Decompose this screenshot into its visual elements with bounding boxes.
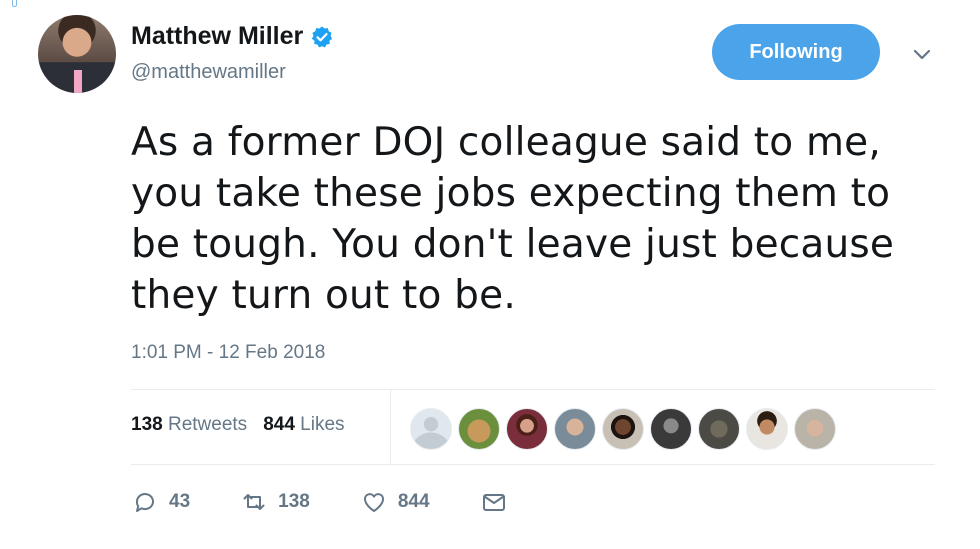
retweet-count: 138 [278,491,310,512]
retweets-label: Retweets [167,414,248,435]
stats-bottom-divider [131,464,935,465]
verified-badge-icon [312,26,333,47]
engagement-stats: 138 Retweets 844 Likes [131,414,345,436]
liker-avatar[interactable] [650,408,692,450]
following-button[interactable]: Following [712,24,880,80]
retweets-stat[interactable]: 138 Retweets [131,414,247,436]
tweet-actions: 43 138 844 [131,488,508,516]
tweet-text-line: be tough. You don't leave just because [131,222,895,267]
direct-message-button[interactable] [480,488,508,516]
author-name[interactable]: Matthew Miller [131,22,303,51]
reply-button[interactable]: 43 [131,488,190,516]
liker-avatar[interactable] [794,408,836,450]
retweet-icon [243,494,265,510]
tweet-text-line: they turn out to be. [131,273,516,318]
tweet-text-line: you take these jobs expecting them to [131,171,891,216]
envelope-icon [482,494,505,511]
likers-avatars [410,408,836,450]
chevron-down-icon[interactable] [908,40,936,68]
liker-avatar[interactable] [602,408,644,450]
stats-top-divider [131,389,935,390]
reply-count: 43 [169,491,191,512]
reply-icon [135,493,154,512]
liker-avatar[interactable] [506,408,548,450]
avatar-tie [74,70,82,93]
retweets-count: 138 [131,414,163,435]
stats-vertical-divider [390,390,391,464]
top-edge-mark [12,0,17,7]
author-handle[interactable]: @matthewamiller [131,61,286,84]
likes-stat[interactable]: 844 Likes [263,414,344,436]
liker-avatar[interactable] [698,408,740,450]
author-avatar[interactable] [38,15,116,93]
like-button[interactable]: 844 [360,488,430,516]
liker-avatar[interactable] [554,408,596,450]
retweet-button[interactable]: 138 [240,488,310,516]
tweet-text-line: As a former DOJ colleague said to me, [131,120,881,165]
liker-avatar[interactable] [746,408,788,450]
author-name-row: Matthew Miller [131,22,334,51]
liker-avatar[interactable] [458,408,500,450]
tweet-timestamp[interactable]: 1:01 PM - 12 Feb 2018 [131,342,325,364]
heart-icon [363,493,384,512]
like-count: 844 [397,491,430,512]
tweet-text: As a former DOJ colleague said to me, yo… [131,117,911,321]
liker-avatar[interactable] [410,408,452,450]
likes-count: 844 [263,414,295,435]
likes-label: Likes [300,414,345,435]
